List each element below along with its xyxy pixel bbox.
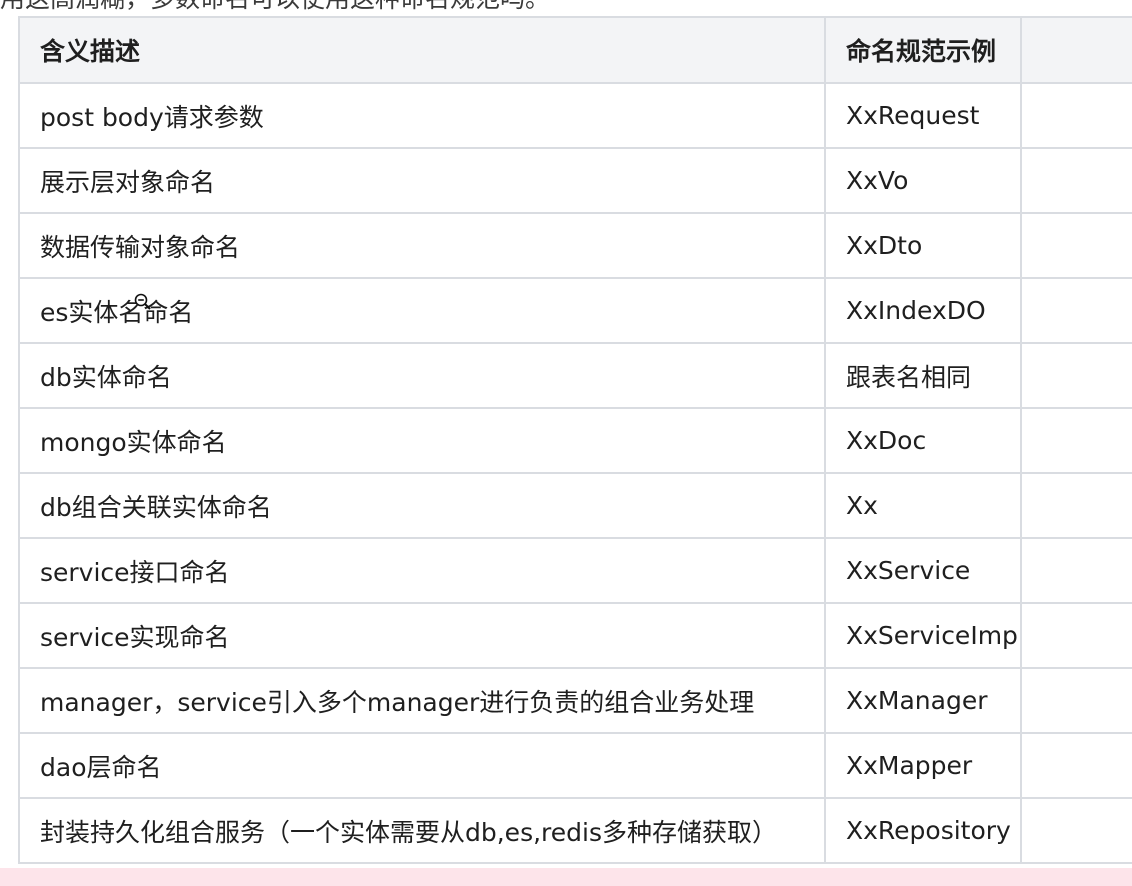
table-row: manager，service引入多个manager进行负责的组合业务处理 Xx… <box>18 667 1132 734</box>
table-header-row: 含义描述 命名规范示例 <box>18 16 1132 84</box>
row-extra <box>1020 797 1132 864</box>
row-extra <box>1020 537 1132 604</box>
row-example: XxService <box>824 537 1022 604</box>
table-row: service实现命名 XxServiceImpl <box>18 602 1132 669</box>
row-extra <box>1020 667 1132 734</box>
table-row: post body请求参数 XxRequest <box>18 82 1132 149</box>
row-example: XxMapper <box>824 732 1022 799</box>
row-example: Xx <box>824 472 1022 539</box>
row-example: XxDto <box>824 212 1022 279</box>
row-description: service实现命名 <box>18 602 826 669</box>
cut-off-caption: 用这高润糊，多数命名可以使用这种命名规范吗。 <box>0 0 550 14</box>
row-description: dao层命名 <box>18 732 826 799</box>
table-row: db实体命名 跟表名相同 <box>18 342 1132 409</box>
row-extra <box>1020 342 1132 409</box>
row-description: db实体命名 <box>18 342 826 409</box>
row-example: XxDoc <box>824 407 1022 474</box>
bottom-pink-band <box>0 868 1132 886</box>
header-extra <box>1020 16 1132 84</box>
header-description: 含义描述 <box>18 16 826 84</box>
naming-convention-table: 含义描述 命名规范示例 post body请求参数 XxRequest 展示层对… <box>18 16 1132 864</box>
row-description: post body请求参数 <box>18 82 826 149</box>
table-row: 数据传输对象命名 XxDto <box>18 212 1132 279</box>
row-extra <box>1020 602 1132 669</box>
zoom-out-cursor-icon <box>134 293 151 310</box>
table-row: 封装持久化组合服务（一个实体需要从db,es,redis多种存储获取） XxRe… <box>18 797 1132 864</box>
document-page: 用这高润糊，多数命名可以使用这种命名规范吗。 含义描述 命名规范示例 post … <box>0 0 1132 886</box>
table-row: dao层命名 XxMapper <box>18 732 1132 799</box>
row-description: 封装持久化组合服务（一个实体需要从db,es,redis多种存储获取） <box>18 797 826 864</box>
row-description: mongo实体命名 <box>18 407 826 474</box>
row-example: XxRepository <box>824 797 1022 864</box>
row-extra <box>1020 472 1132 539</box>
row-description: service接口命名 <box>18 537 826 604</box>
row-example: XxIndexDO <box>824 277 1022 344</box>
row-example: XxManager <box>824 667 1022 734</box>
row-extra <box>1020 277 1132 344</box>
header-example: 命名规范示例 <box>824 16 1022 84</box>
row-extra <box>1020 82 1132 149</box>
row-example: XxRequest <box>824 82 1022 149</box>
table-row: es实体名命名 XxIndexDO <box>18 277 1132 344</box>
table-row: db组合关联实体命名 Xx <box>18 472 1132 539</box>
row-description: manager，service引入多个manager进行负责的组合业务处理 <box>18 667 826 734</box>
row-example: 跟表名相同 <box>824 342 1022 409</box>
row-example: XxServiceImpl <box>824 602 1022 669</box>
table-row: 展示层对象命名 XxVo <box>18 147 1132 214</box>
row-description: db组合关联实体命名 <box>18 472 826 539</box>
row-extra <box>1020 212 1132 279</box>
row-description: 数据传输对象命名 <box>18 212 826 279</box>
row-extra <box>1020 407 1132 474</box>
table-row: service接口命名 XxService <box>18 537 1132 604</box>
row-description: 展示层对象命名 <box>18 147 826 214</box>
row-extra <box>1020 147 1132 214</box>
table-row: mongo实体命名 XxDoc <box>18 407 1132 474</box>
row-extra <box>1020 732 1132 799</box>
row-example: XxVo <box>824 147 1022 214</box>
